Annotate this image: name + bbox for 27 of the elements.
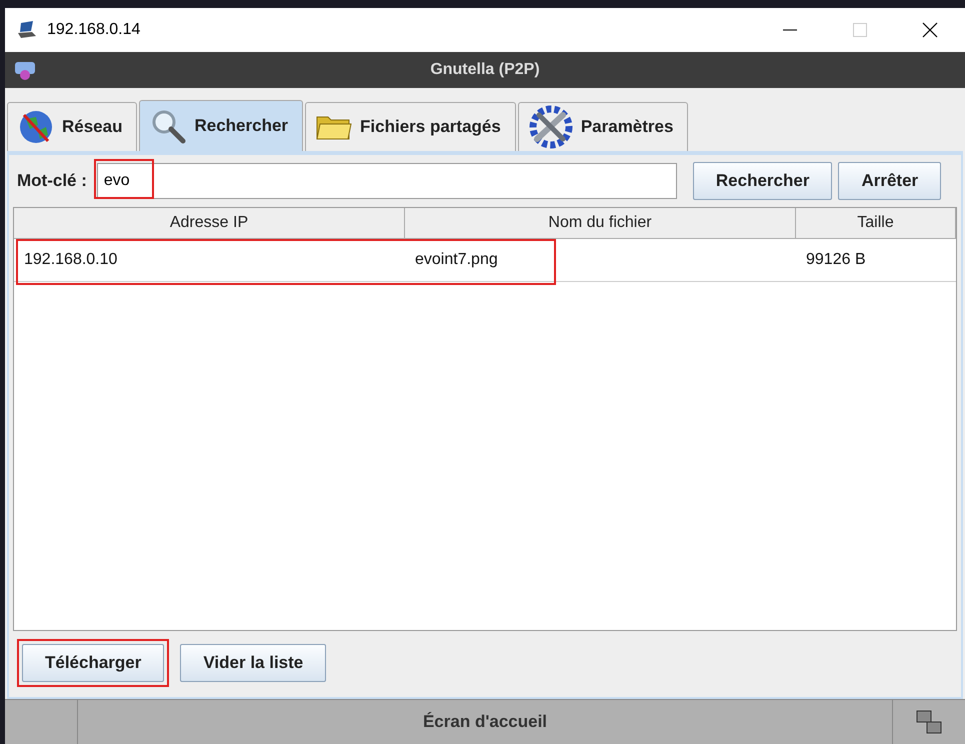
tab[interactable]: Rechercher (139, 100, 304, 151)
laptop-icon (17, 21, 37, 39)
keyword-label: Mot-clé : (17, 171, 87, 191)
action-button[interactable]: Vider la liste (180, 644, 326, 682)
app-icon (13, 59, 37, 81)
tab[interactable]: Fichiers partagés (305, 102, 516, 151)
magnifier-icon (150, 108, 186, 144)
globe-icon (18, 109, 54, 145)
gear-wrench-icon (528, 105, 573, 149)
tab[interactable]: Paramètres (518, 102, 688, 151)
table-cell: 99126 B (796, 239, 956, 282)
table-cell: 192.168.0.10 (14, 239, 405, 282)
close-icon[interactable] (922, 22, 938, 38)
status-text: Écran d'accueil (422, 712, 548, 732)
column-header[interactable]: Taille (796, 208, 956, 239)
app-title: Gnutella (P2P) (429, 61, 541, 79)
action-button[interactable]: Télécharger (22, 644, 164, 682)
table-cell: evoint7.png (405, 239, 796, 282)
column-header[interactable]: Nom du fichier (405, 208, 796, 239)
window-title: 192.168.0.14 (47, 21, 140, 39)
search-button[interactable]: Rechercher (692, 162, 832, 200)
search-button[interactable]: Arrêter (838, 162, 942, 200)
tab[interactable]: Réseau (7, 102, 138, 151)
windows-icon[interactable] (915, 709, 943, 735)
keyword-field[interactable]: evo (96, 163, 677, 199)
minimize-icon[interactable] (783, 29, 797, 31)
column-header[interactable]: Adresse IP (14, 208, 405, 239)
